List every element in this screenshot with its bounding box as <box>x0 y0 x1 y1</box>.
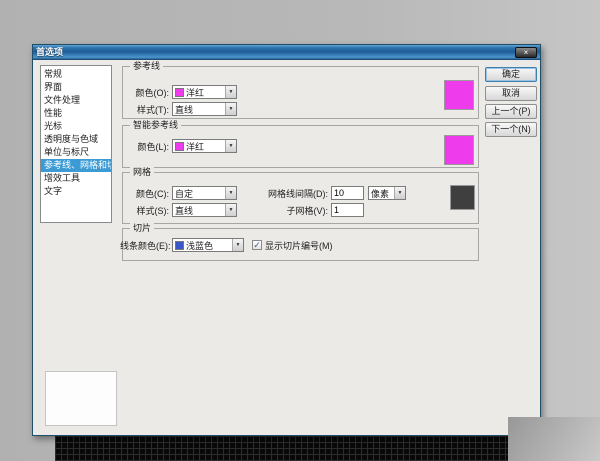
show-slice-numbers-checkbox[interactable]: ✓ <box>252 240 262 250</box>
subdivision-input[interactable] <box>331 203 364 217</box>
guides-color-swatch[interactable] <box>444 80 474 110</box>
slice-line-color-label: 线条颜色(E): <box>120 239 172 252</box>
dialog-titlebar[interactable]: 首选项 × <box>33 45 540 60</box>
guides-style-row: 样式(T): 直线 ▼ <box>122 102 237 116</box>
dialog-body: 常规 界面 文件处理 性能 光标 透明度与色域 单位与标尺 参考线、网格和切片 … <box>33 60 540 435</box>
guides-color-chip <box>175 88 184 97</box>
guides-color-label: 颜色(O): <box>122 86 172 99</box>
sidebar-item-cursors[interactable]: 光标 <box>41 120 111 133</box>
smart-guides-color-swatch[interactable] <box>444 135 474 165</box>
grid-color-dropdown[interactable]: 自定 ▼ <box>172 186 237 200</box>
grid-color-value: 自定 <box>175 187 193 200</box>
chevron-down-icon: ▼ <box>225 103 236 115</box>
grid-style-dropdown[interactable]: 直线 ▼ <box>172 203 237 217</box>
cancel-button[interactable]: 取消 <box>485 86 537 101</box>
slice-line-color-dropdown[interactable]: 浅蓝色 ▼ <box>172 238 244 252</box>
chevron-down-icon: ▼ <box>225 140 236 152</box>
guides-style-value: 直线 <box>175 103 193 116</box>
grid-style-label: 样式(S): <box>122 204 172 217</box>
slice-line-color-chip <box>175 241 184 250</box>
background-corner-block <box>508 417 600 461</box>
grid-color-swatch[interactable] <box>450 185 475 210</box>
chevron-down-icon: ▼ <box>225 204 236 216</box>
sidebar-item-guides-grid-slices[interactable]: 参考线、网格和切片 <box>41 159 111 172</box>
grid-color-row: 颜色(C): 自定 ▼ 网格线间隔(D): 像素 ▼ <box>122 186 406 200</box>
guides-color-row: 颜色(O): 洋红 ▼ <box>122 85 237 99</box>
guides-style-dropdown[interactable]: 直线 ▼ <box>172 102 237 116</box>
sidebar-item-plugins[interactable]: 增效工具 <box>41 172 111 185</box>
smart-guides-color-row: 颜色(L): 洋红 ▼ <box>122 139 237 153</box>
gridline-interval-label: 网格线间隔(D): <box>237 187 331 200</box>
smart-guides-color-label: 颜色(L): <box>122 140 172 153</box>
slice-line-color-value: 浅蓝色 <box>186 239 213 252</box>
sidebar-item-transparency-gamut[interactable]: 透明度与色域 <box>41 133 111 146</box>
slice-line-color-row: 线条颜色(E): 浅蓝色 ▼ ✓ 显示切片编号(M) <box>120 238 333 252</box>
slices-group-title: 切片 <box>130 223 154 234</box>
smart-guides-color-value: 洋红 <box>186 140 204 153</box>
smart-guides-color-chip <box>175 142 184 151</box>
ok-button[interactable]: 确定 <box>485 67 537 82</box>
guides-group-title: 参考线 <box>130 61 163 72</box>
sidebar-item-units-rulers[interactable]: 单位与标尺 <box>41 146 111 159</box>
sidebar-item-file-handling[interactable]: 文件处理 <box>41 94 111 107</box>
guides-style-label: 样式(T): <box>122 103 172 116</box>
gridline-unit-dropdown[interactable]: 像素 ▼ <box>368 186 406 200</box>
grid-style-row: 样式(S): 直线 ▼ 子网格(V): <box>122 203 364 217</box>
sidebar-item-general[interactable]: 常规 <box>41 68 111 81</box>
close-icon[interactable]: × <box>515 47 537 58</box>
sidebar-item-type[interactable]: 文字 <box>41 185 111 198</box>
grid-color-label: 颜色(C): <box>122 187 172 200</box>
chevron-down-icon: ▼ <box>394 187 405 199</box>
sidebar-item-performance[interactable]: 性能 <box>41 107 111 120</box>
preferences-category-list: 常规 界面 文件处理 性能 光标 透明度与色域 单位与标尺 参考线、网格和切片 … <box>40 65 112 223</box>
gridline-unit-value: 像素 <box>371 187 389 200</box>
smart-guides-group-title: 智能参考线 <box>130 120 181 131</box>
chevron-down-icon: ▼ <box>225 86 236 98</box>
preferences-dialog: 首选项 × 常规 界面 文件处理 性能 光标 透明度与色域 单位与标尺 参考线、… <box>32 44 541 436</box>
chevron-down-icon: ▼ <box>232 239 243 251</box>
sidebar-item-interface[interactable]: 界面 <box>41 81 111 94</box>
smart-guides-color-dropdown[interactable]: 洋红 ▼ <box>172 139 237 153</box>
chevron-down-icon: ▼ <box>225 187 236 199</box>
canvas-grid-strip <box>55 436 508 461</box>
show-slice-numbers-label: 显示切片编号(M) <box>265 239 333 252</box>
subdivision-label: 子网格(V): <box>237 204 331 217</box>
background-artifact-box <box>45 371 117 426</box>
guides-color-value: 洋红 <box>186 86 204 99</box>
next-button[interactable]: 下一个(N) <box>485 122 537 137</box>
grid-style-value: 直线 <box>175 204 193 217</box>
guides-color-dropdown[interactable]: 洋红 ▼ <box>172 85 237 99</box>
dialog-title: 首选项 <box>36 45 63 60</box>
prev-button[interactable]: 上一个(P) <box>485 104 537 119</box>
gridline-interval-input[interactable] <box>331 186 364 200</box>
grid-group-title: 网格 <box>130 167 154 178</box>
